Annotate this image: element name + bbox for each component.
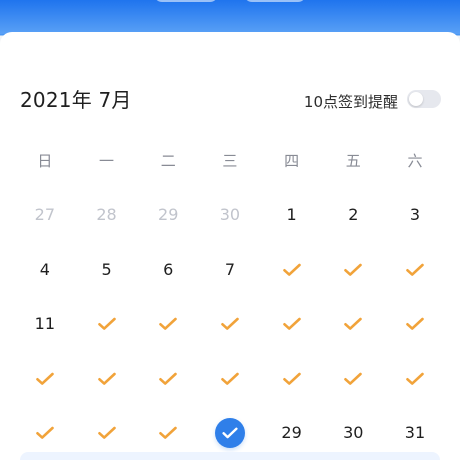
calendar-day[interactable]: 1 — [261, 188, 323, 243]
signed-day[interactable] — [199, 352, 261, 407]
signed-day[interactable] — [384, 243, 446, 298]
check-icon — [221, 372, 239, 386]
check-icon — [36, 372, 54, 386]
weekday-label: 日 — [37, 152, 53, 170]
check-icon — [159, 317, 178, 331]
toggle-knob — [409, 92, 423, 106]
calendar-day[interactable]: 27 — [14, 188, 76, 243]
check-icon — [36, 426, 54, 440]
calendar-card: 2021年 7月 10点签到提醒 日 一 二 三 四 五 六 27 28 29 30 1… — [0, 32, 460, 460]
calendar-day[interactable]: 2 — [322, 188, 384, 243]
signed-day[interactable] — [384, 352, 446, 407]
check-icon — [282, 263, 301, 277]
month-title: 2021年 7月 — [20, 88, 132, 112]
day-number: 29 — [281, 423, 302, 443]
day-number: 30 — [343, 423, 364, 443]
top-header — [0, 0, 460, 34]
check-icon — [344, 372, 363, 386]
signed-day[interactable] — [199, 297, 261, 352]
signed-day[interactable] — [261, 243, 323, 298]
reminder-label: 10点签到提醒 — [303, 93, 398, 111]
day-number: 31 — [404, 423, 426, 443]
calendar-day[interactable]: 29 — [137, 188, 199, 243]
weekday-label: 二 — [160, 152, 176, 170]
weekday-label: 六 — [407, 152, 423, 170]
bottom-panel — [20, 452, 440, 460]
weekday-label: 五 — [345, 152, 361, 170]
signed-day[interactable] — [76, 352, 138, 407]
check-icon — [97, 372, 116, 386]
calendar-day[interactable]: 30 — [199, 188, 261, 243]
day-number: 1 — [286, 205, 297, 225]
calendar-day[interactable]: 6 — [137, 243, 199, 298]
header-tab-left — [154, 0, 218, 2]
day-number: 3 — [409, 205, 421, 225]
day-number: 30 — [219, 205, 241, 225]
signed-day[interactable] — [137, 297, 199, 352]
calendar-day[interactable]: 5 — [76, 243, 138, 298]
signed-day[interactable] — [322, 243, 384, 298]
signed-day[interactable] — [322, 297, 384, 352]
calendar-day[interactable]: 11 — [14, 297, 76, 352]
calendar-grid: 27 28 29 30 1 2 3 4 5 6 7 11 29 30 31 — [14, 188, 446, 460]
check-icon — [282, 317, 301, 331]
signed-day[interactable] — [261, 352, 323, 407]
header-tab-right — [244, 0, 306, 2]
signed-day[interactable] — [76, 297, 138, 352]
selected-check-icon — [214, 418, 245, 449]
calendar-day[interactable]: 3 — [384, 188, 446, 243]
check-icon — [406, 372, 424, 386]
weekday-label: 四 — [284, 152, 300, 170]
day-number: 4 — [39, 259, 50, 279]
day-number: 7 — [224, 259, 235, 279]
signed-day[interactable] — [14, 352, 76, 407]
day-number: 27 — [34, 205, 56, 225]
weekday-header-row: 日 一 二 三 四 五 六 — [14, 147, 446, 175]
day-number: 5 — [101, 259, 112, 279]
day-number: 6 — [163, 259, 174, 279]
calendar-day[interactable]: 4 — [14, 243, 76, 298]
weekday-label: 一 — [99, 152, 115, 170]
signed-day[interactable] — [322, 352, 384, 407]
check-icon — [344, 317, 363, 331]
signed-day[interactable] — [137, 352, 199, 407]
day-number: 29 — [158, 205, 179, 225]
day-number: 2 — [348, 205, 359, 225]
check-icon — [97, 426, 116, 440]
check-icon — [221, 317, 239, 331]
signed-day[interactable] — [384, 297, 446, 352]
signed-day[interactable] — [261, 297, 323, 352]
check-icon — [344, 263, 363, 277]
reminder-toggle[interactable] — [407, 90, 441, 108]
check-icon — [406, 263, 424, 277]
day-number: 28 — [96, 205, 117, 225]
calendar-day[interactable]: 7 — [199, 243, 261, 298]
check-icon — [282, 372, 301, 386]
day-number: 11 — [34, 314, 56, 334]
check-icon — [159, 372, 178, 386]
check-icon — [159, 426, 178, 440]
check-icon — [97, 317, 116, 331]
calendar-day[interactable]: 28 — [76, 188, 138, 243]
check-icon — [406, 317, 424, 331]
weekday-label: 三 — [222, 152, 238, 170]
